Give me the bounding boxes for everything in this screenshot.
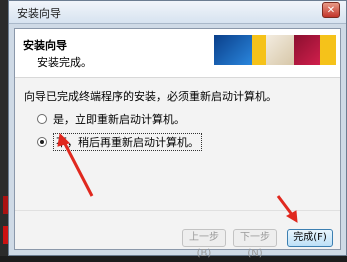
radio-restart-later[interactable] xyxy=(37,137,47,147)
logo-graphic xyxy=(214,35,336,65)
wizard-panel: 安装向导 安装完成。 向导已完成终端程序的安装，必须重新启动计算机。 是，立即重… xyxy=(14,28,341,259)
header-title: 安装向导 xyxy=(23,39,67,52)
finish-button[interactable]: 完成(F) xyxy=(287,229,333,247)
wizard-header: 安装向导 安装完成。 xyxy=(15,29,340,78)
setup-wizard-window: 安装向导 ✕ 安装向导 安装完成。 向导已完成终端程序的安装，必须重新启动计算机… xyxy=(8,0,347,259)
next-button[interactable]: 下一步(N) xyxy=(233,229,277,259)
close-icon[interactable]: ✕ xyxy=(322,2,340,18)
completion-message: 向导已完成终端程序的安装，必须重新启动计算机。 xyxy=(24,90,277,103)
restart-now-option[interactable]: 是，立即重新启动计算机。 xyxy=(37,111,185,127)
wizard-content: 向导已完成终端程序的安装，必须重新启动计算机。 是，立即重新启动计算机。 不，稍… xyxy=(15,78,340,259)
restart-later-label: 不，稍后再重新启动计算机。 xyxy=(53,133,202,151)
window-title: 安装向导 xyxy=(17,7,61,20)
restart-later-option[interactable]: 不，稍后再重新启动计算机。 xyxy=(37,133,202,151)
radio-restart-now[interactable] xyxy=(37,114,47,124)
restart-now-label: 是，立即重新启动计算机。 xyxy=(53,113,185,126)
back-button[interactable]: 上一步(B) xyxy=(182,229,226,259)
divider xyxy=(15,210,340,211)
title-bar[interactable]: 安装向导 ✕ xyxy=(9,1,346,24)
header-subtitle: 安装完成。 xyxy=(37,56,92,69)
